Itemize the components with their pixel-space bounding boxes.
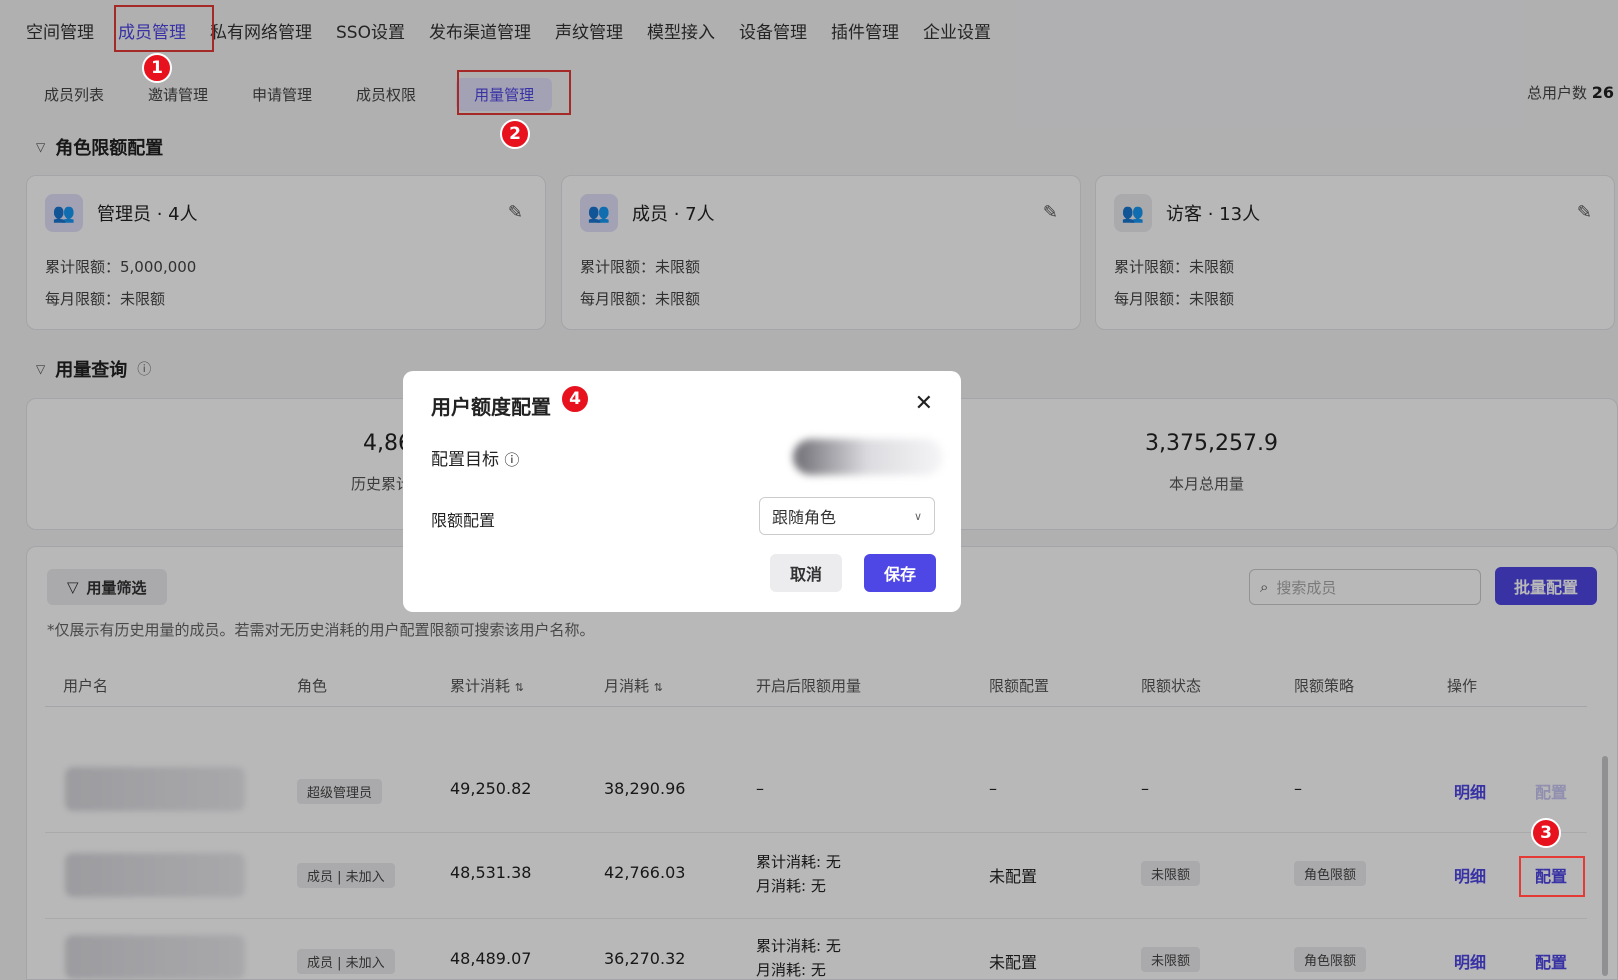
annotation-badge-2: 2 [500, 119, 530, 149]
quota-config-dialog: 用户额度配置 4 ✕ 配置目标 ⓘ 限额配置 跟随角色 ∨ 取消 保存 [403, 371, 961, 612]
annotation-badge-1: 1 [142, 53, 172, 83]
dialog-title: 用户额度配置 [431, 395, 551, 419]
cancel-button[interactable]: 取消 [770, 554, 842, 592]
limit-config-select[interactable]: 跟随角色 ∨ [759, 497, 935, 535]
info-icon: ⓘ [504, 451, 520, 469]
save-button[interactable]: 保存 [864, 554, 936, 592]
chevron-down-icon: ∨ [913, 509, 922, 523]
target-label-text: 配置目标 [431, 450, 499, 470]
annotation-box-config [1519, 856, 1585, 897]
close-icon[interactable]: ✕ [915, 391, 933, 416]
limit-config-value: 跟随角色 [772, 508, 837, 527]
target-user-avatar [793, 439, 943, 475]
target-label: 配置目标 ⓘ [431, 445, 519, 470]
annotation-badge-3: 3 [1531, 818, 1561, 848]
limit-config-label: 限额配置 [431, 511, 496, 530]
annotation-badge-4: 4 [560, 384, 590, 414]
